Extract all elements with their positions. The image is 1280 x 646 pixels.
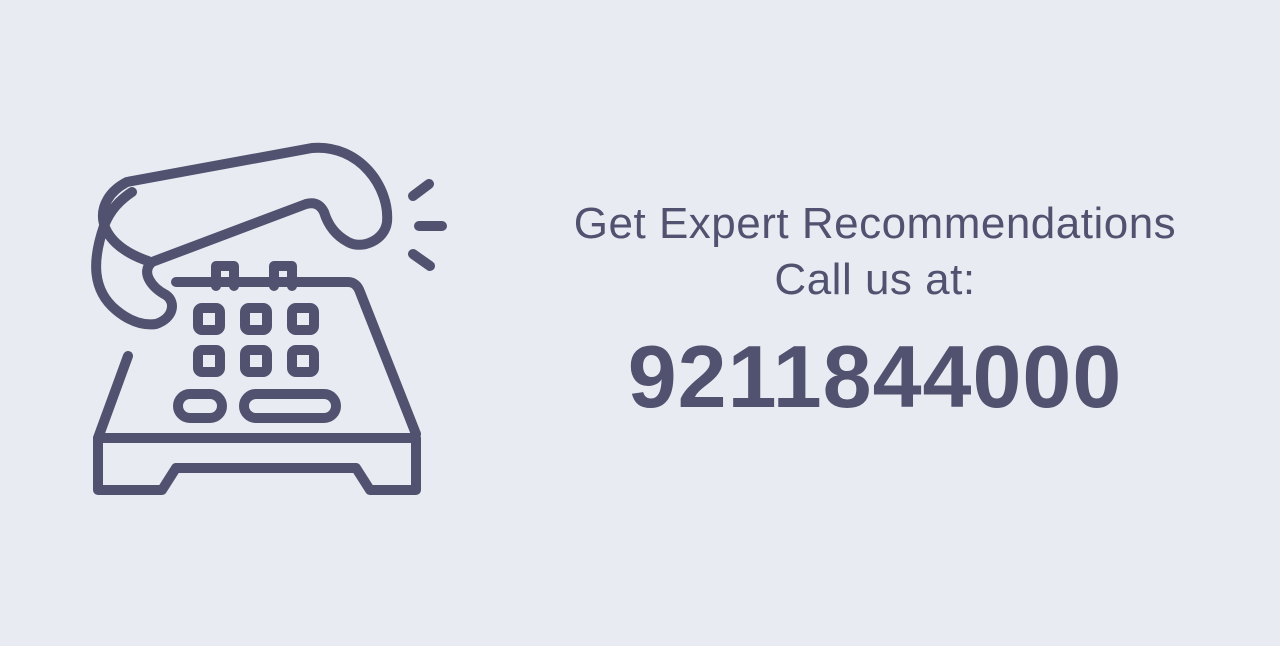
phone-number[interactable]: 9211844000 (520, 328, 1230, 426)
subheadline: Call us at: (774, 255, 976, 304)
headline: Get Expert Recommendations (573, 199, 1177, 248)
contact-text-block: Get Expert Recommendations Call us at: 9… (520, 196, 1230, 426)
telephone-icon (80, 130, 470, 510)
